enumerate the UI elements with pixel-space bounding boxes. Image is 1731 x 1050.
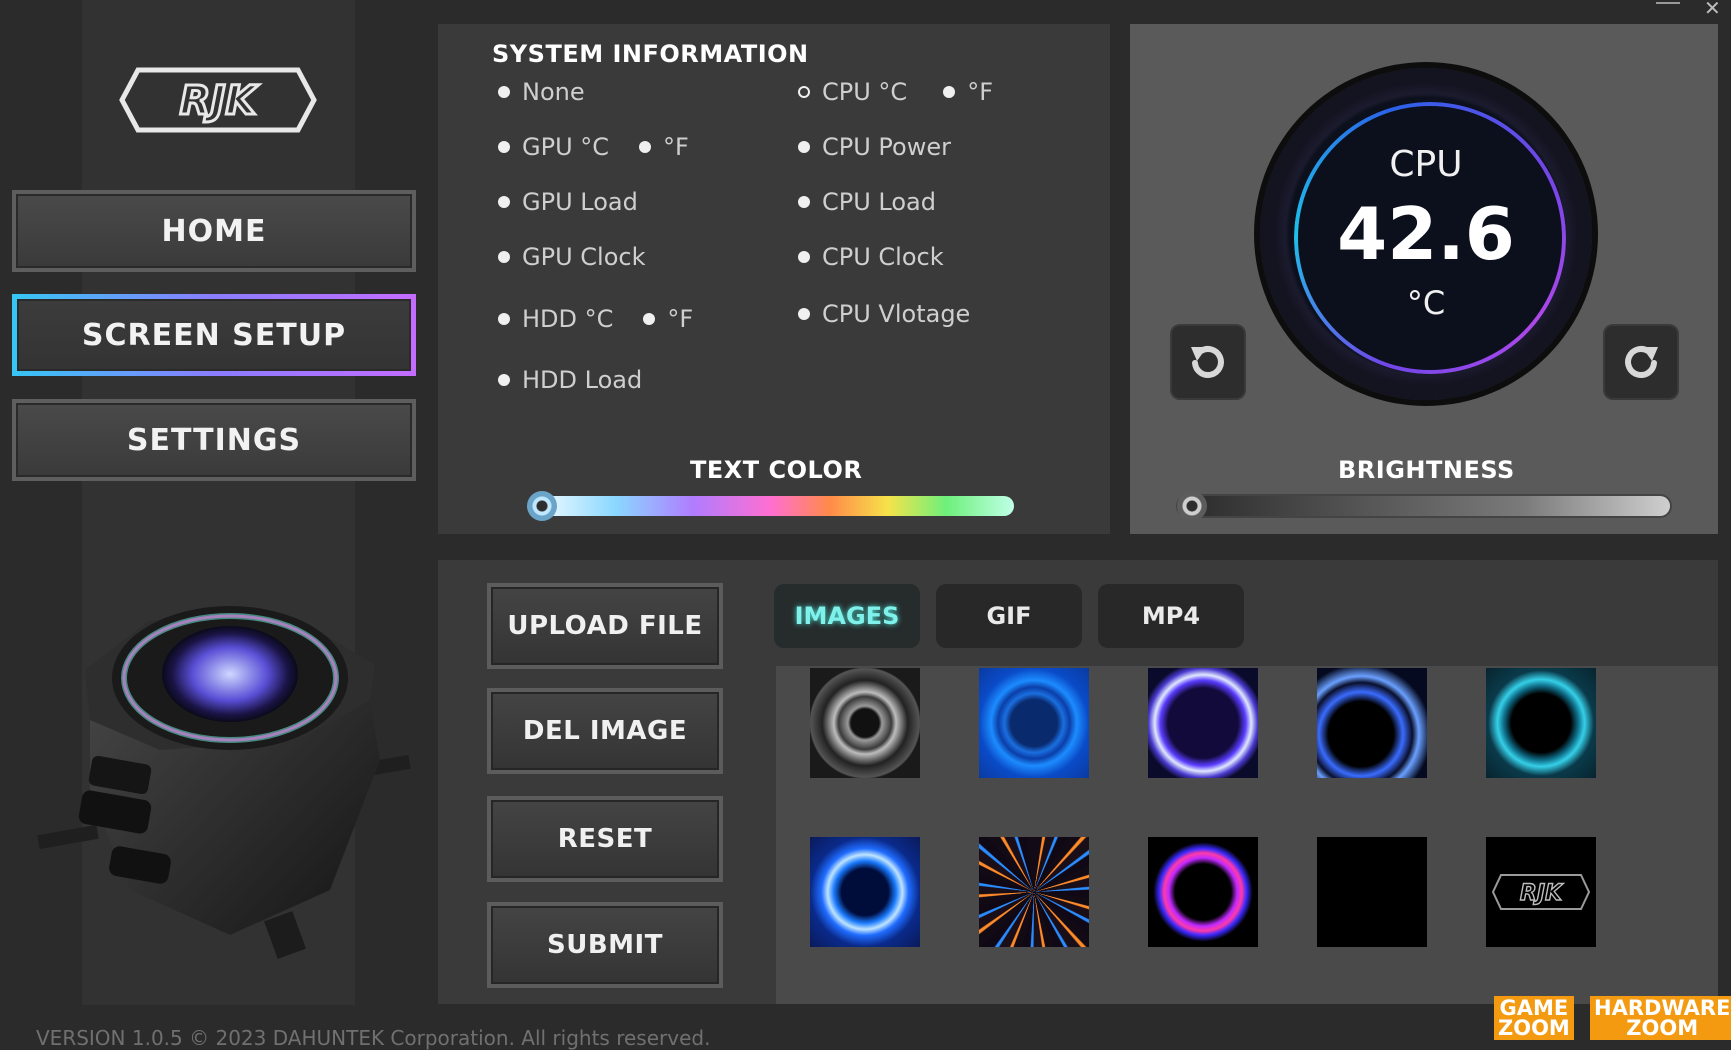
radio-none[interactable] — [498, 86, 510, 98]
option-hdd-load[interactable]: HDD Load — [498, 366, 642, 394]
upload-file-button[interactable]: UPLOAD FILE — [487, 583, 723, 669]
watermark-hardware-text: HARDWARE — [1594, 996, 1731, 1020]
gallery-thumb-4[interactable] — [1317, 668, 1427, 778]
rjk-logo-thumb: RJK — [1491, 874, 1591, 910]
option-hdd-temp[interactable]: HDD °C °F — [498, 305, 693, 333]
lcd-preview: CPU 42.6 °C — [1260, 68, 1592, 400]
rotate-left-button[interactable] — [1172, 326, 1244, 398]
radio-gpu-load[interactable] — [498, 196, 510, 208]
rotate-ccw-icon — [1191, 346, 1224, 378]
option-cpu-fahrenheit-label: °F — [967, 78, 993, 106]
gallery-thumb-logo[interactable]: RJK — [1486, 837, 1596, 947]
option-gpu-temp-label: GPU °C — [522, 133, 610, 161]
option-gpu-fahrenheit-label: °F — [663, 133, 689, 161]
tab-images[interactable]: IMAGES — [774, 584, 920, 648]
radio-cpu-load[interactable] — [798, 196, 810, 208]
radio-hdd-load[interactable] — [498, 374, 510, 386]
rotate-right-button[interactable] — [1605, 326, 1677, 398]
tab-mp4[interactable]: MP4 — [1098, 584, 1244, 648]
option-hdd-temp-label: HDD °C — [522, 305, 614, 333]
radio-cpu-clock[interactable] — [798, 251, 810, 263]
radio-gpu-celsius[interactable] — [498, 141, 510, 153]
option-cpu-temp-label: CPU °C — [822, 78, 908, 106]
system-information-title: SYSTEM INFORMATION — [492, 40, 809, 68]
minimize-button[interactable] — [1656, 2, 1680, 4]
watermark-game-zoom: GAME ZOOM — [1494, 996, 1574, 1040]
option-cpu-load[interactable]: CPU Load — [798, 188, 936, 216]
gallery-thumb-2[interactable] — [979, 668, 1089, 778]
option-cpu-power-label: CPU Power — [822, 133, 951, 161]
cooler-pump-image — [37, 606, 411, 959]
radio-cpu-celsius-selected[interactable] — [798, 86, 810, 98]
radio-cpu-voltage[interactable] — [798, 308, 810, 320]
reset-label: RESET — [557, 824, 653, 854]
option-gpu-clock[interactable]: GPU Clock — [498, 243, 645, 271]
option-none[interactable]: None — [498, 78, 585, 106]
reset-button[interactable]: RESET — [487, 796, 723, 882]
delete-image-label: DEL IMAGE — [522, 716, 688, 746]
nav-settings-button[interactable]: SETTINGS — [12, 399, 416, 481]
text-color-slider[interactable] — [528, 496, 1014, 516]
option-cpu-load-label: CPU Load — [822, 188, 936, 216]
option-gpu-clock-label: GPU Clock — [522, 243, 646, 271]
brightness-slider-thumb[interactable] — [1177, 491, 1207, 521]
nav-screen-setup-label: SCREEN SETUP — [81, 317, 347, 353]
delete-image-button[interactable]: DEL IMAGE — [487, 688, 723, 774]
radio-cpu-fahrenheit[interactable] — [943, 86, 956, 98]
nav-settings-label: SETTINGS — [126, 422, 302, 458]
radio-cpu-power[interactable] — [798, 141, 810, 153]
option-cpu-clock[interactable]: CPU Clock — [798, 243, 944, 271]
brightness-slider[interactable] — [1178, 496, 1670, 516]
watermark-game-text: GAME — [1499, 996, 1569, 1020]
watermark-zoom-text-1: ZOOM — [1498, 1016, 1570, 1040]
gallery-thumb-9[interactable] — [1317, 837, 1427, 947]
radio-gpu-clock[interactable] — [498, 251, 510, 263]
close-button[interactable]: ✕ — [1704, 0, 1721, 20]
text-color-label: TEXT COLOR — [690, 456, 863, 484]
rotate-cw-icon — [1625, 346, 1658, 378]
option-cpu-voltage-label: CPU Vlotage — [822, 300, 971, 328]
option-hdd-load-label: HDD Load — [522, 366, 643, 394]
option-cpu-power[interactable]: CPU Power — [798, 133, 951, 161]
option-gpu-load-label: GPU Load — [522, 188, 638, 216]
gallery-thumb-6[interactable] — [810, 837, 920, 947]
option-cpu-temp[interactable]: CPU °C °F — [798, 78, 993, 106]
radio-hdd-fahrenheit[interactable] — [643, 313, 656, 325]
submit-button[interactable]: SUBMIT — [487, 902, 723, 988]
radio-gpu-fahrenheit[interactable] — [639, 141, 652, 153]
gallery-thumb-8[interactable] — [1148, 837, 1258, 947]
brightness-label: BRIGHTNESS — [1338, 456, 1515, 484]
option-gpu-temp[interactable]: GPU °C °F — [498, 133, 689, 161]
option-hdd-fahrenheit-label: °F — [667, 305, 694, 333]
option-cpu-voltage[interactable]: CPU Vlotage — [798, 300, 970, 328]
option-cpu-clock-label: CPU Clock — [822, 243, 944, 271]
nav-home-label: HOME — [161, 213, 267, 249]
tab-gif[interactable]: GIF — [936, 584, 1082, 648]
text-color-slider-thumb[interactable] — [527, 491, 557, 521]
radio-hdd-celsius[interactable] — [498, 313, 510, 325]
lcd-value: 42.6 — [1337, 192, 1515, 276]
upload-file-label: UPLOAD FILE — [507, 611, 703, 641]
option-gpu-load[interactable]: GPU Load — [498, 188, 638, 216]
lcd-label: CPU — [1389, 144, 1463, 185]
gallery-thumb-5[interactable] — [1486, 668, 1596, 778]
gallery-thumb-3[interactable] — [1148, 668, 1258, 778]
nav-screen-setup-button[interactable]: SCREEN SETUP — [12, 294, 416, 376]
rjk-logo: RJK — [119, 67, 317, 133]
rjk-logo-thumb-text: RJK — [1520, 881, 1564, 906]
submit-label: SUBMIT — [547, 930, 663, 960]
footer-copyright: VERSION 1.0.5 © 2023 DAHUNTEK Corporatio… — [36, 1026, 711, 1050]
nav-home-button[interactable]: HOME — [12, 190, 416, 272]
option-none-label: None — [522, 78, 585, 106]
lcd-unit: °C — [1406, 284, 1446, 322]
gallery-thumb-7[interactable] — [979, 837, 1089, 947]
gallery-thumb-1[interactable] — [810, 668, 920, 778]
watermark-hardware-zoom: HARDWARE ZOOM — [1590, 996, 1731, 1040]
watermark-zoom-text-2: ZOOM — [1626, 1016, 1699, 1040]
logo-text: RJK — [180, 78, 260, 124]
